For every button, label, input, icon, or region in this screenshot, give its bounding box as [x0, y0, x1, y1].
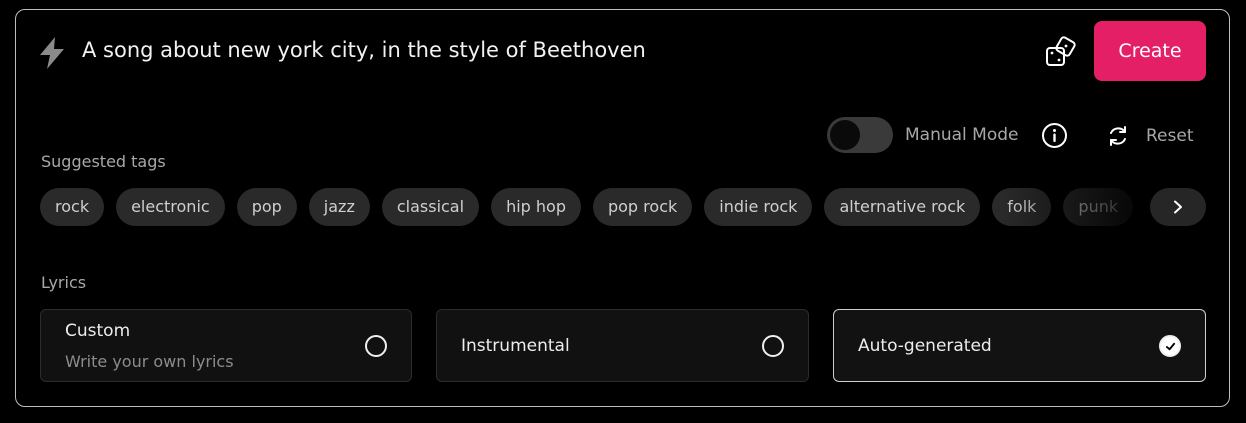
lyrics-option-custom[interactable]: Custom Write your own lyrics: [40, 309, 412, 382]
toggle-knob: [830, 120, 860, 150]
lyrics-label: Lyrics: [41, 273, 87, 292]
manual-mode-label: Manual Mode: [905, 125, 1019, 145]
radio-button[interactable]: [762, 335, 784, 357]
tag-chip[interactable]: electronic: [116, 188, 225, 226]
checkmark-icon: [1165, 342, 1175, 350]
create-button[interactable]: Create: [1094, 21, 1206, 81]
info-icon[interactable]: [1041, 122, 1068, 149]
refresh-icon: [1110, 126, 1126, 146]
song-creation-panel: A song about new york city, in the style…: [15, 9, 1230, 407]
random-prompt-button[interactable]: [1044, 36, 1078, 70]
tag-chip[interactable]: rock: [40, 188, 105, 226]
chevron-right-icon: [1174, 200, 1182, 214]
tag-chip[interactable]: classical: [381, 188, 480, 226]
suggested-tags-label: Suggested tags: [41, 152, 166, 171]
option-subtitle: Write your own lyrics: [65, 352, 234, 371]
lightning-bolt-icon: [36, 36, 68, 70]
prompt-row: A song about new york city, in the style…: [16, 10, 1229, 98]
option-title: Instrumental: [461, 336, 570, 356]
tag-chip[interactable]: pop: [236, 188, 297, 226]
radio-button[interactable]: [365, 335, 387, 357]
radio-button-checked[interactable]: [1159, 335, 1181, 357]
dice-icon: [1046, 36, 1076, 66]
song-prompt-input[interactable]: A song about new york city, in the style…: [82, 38, 646, 62]
manual-mode-toggle[interactable]: [827, 117, 893, 153]
option-title: Custom: [65, 321, 131, 341]
tag-chip[interactable]: alternative rock: [824, 188, 981, 226]
option-title: Auto-generated: [858, 336, 992, 356]
reset-button[interactable]: Reset: [1106, 123, 1194, 149]
tags-next-button[interactable]: [1150, 188, 1206, 226]
tag-chip[interactable]: pop rock: [592, 188, 693, 226]
tag-chip[interactable]: punk: [1063, 188, 1134, 226]
lyrics-option-auto-generated[interactable]: Auto-generated: [833, 309, 1206, 382]
tag-chip[interactable]: indie rock: [704, 188, 813, 226]
suggested-tags-list: rock electronic pop jazz classical hip h…: [40, 188, 1206, 228]
reset-label: Reset: [1146, 126, 1194, 146]
lyrics-option-instrumental[interactable]: Instrumental: [436, 309, 809, 382]
tag-chip[interactable]: hip hop: [491, 188, 581, 226]
tag-chip[interactable]: folk: [992, 188, 1052, 226]
tag-chip[interactable]: jazz: [308, 188, 370, 226]
